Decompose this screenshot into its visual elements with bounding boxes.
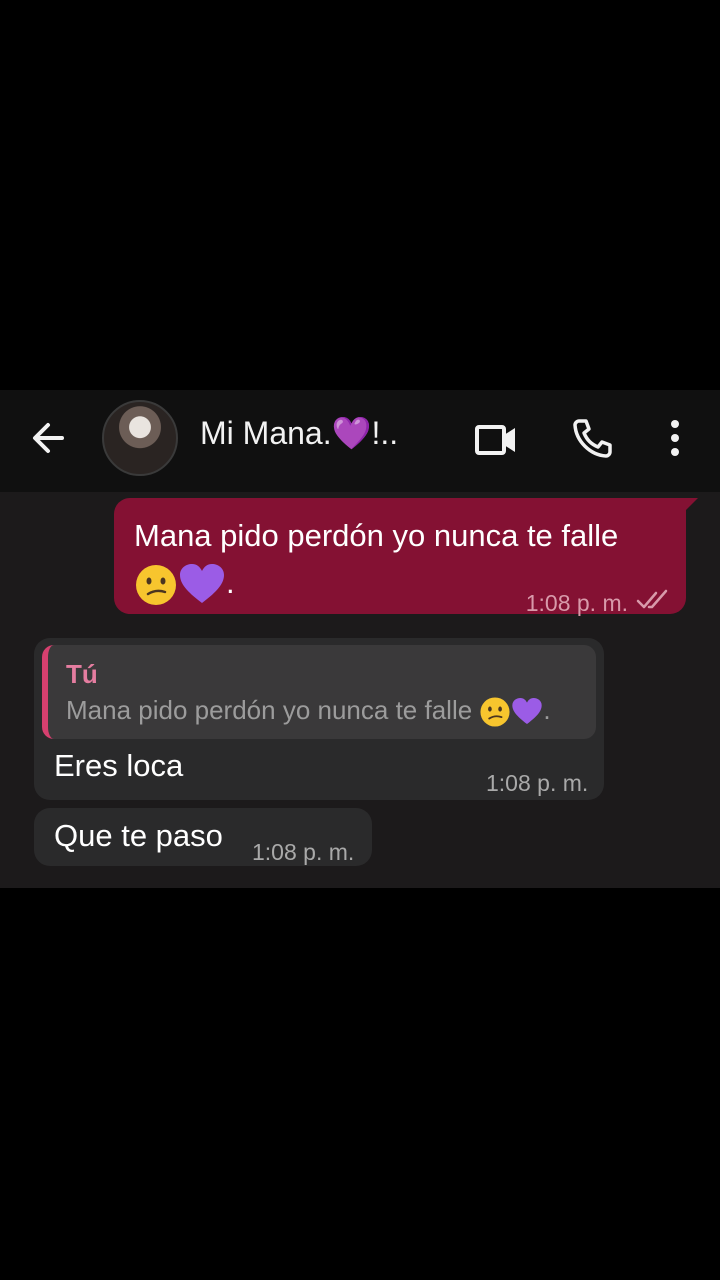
message-text-main: Mana pido perdón yo nunca te falle	[134, 518, 619, 553]
purple-heart-icon	[512, 698, 543, 725]
chat-header: Mi Mana.💜!..	[0, 390, 720, 492]
quoted-author: Tú	[66, 659, 98, 689]
confused-face-icon	[136, 564, 176, 605]
bubble-tail	[684, 498, 698, 512]
chat-screen: Mi Mana.💜!.. Mana pido perdón yo nunca t…	[0, 390, 720, 888]
message-time: 1:08 p. m.	[525, 590, 628, 616]
quoted-text-main: Mana pido perdón yo nunca te falle	[66, 695, 473, 725]
reply-text: Eres loca	[54, 748, 184, 783]
quoted-text-tail: .	[543, 695, 551, 725]
incoming-time: 1:08 p. m.	[252, 839, 355, 865]
more-vertical-icon[interactable]	[660, 416, 690, 460]
contact-name[interactable]: Mi Mana.💜!..	[200, 414, 398, 452]
avatar[interactable]	[102, 400, 178, 476]
reply-time: 1:08 p. m.	[486, 770, 589, 796]
incoming-text: Que te paso	[54, 818, 223, 853]
quoted-message[interactable]: Tú Mana pido perdón yo nunca te falle .	[42, 645, 596, 739]
video-call-icon[interactable]	[474, 418, 518, 462]
arrow-left-icon[interactable]	[26, 416, 70, 460]
phone-icon[interactable]	[570, 416, 614, 460]
purple-heart-icon	[180, 563, 224, 603]
message-text-tail: .	[226, 565, 235, 600]
quoted-text: Mana pido perdón yo nunca te falle .	[66, 695, 551, 728]
outgoing-message[interactable]: Mana pido perdón yo nunca te falle . 1:0…	[114, 498, 698, 616]
double-check-icon	[636, 589, 668, 609]
confused-face-icon	[480, 697, 510, 727]
